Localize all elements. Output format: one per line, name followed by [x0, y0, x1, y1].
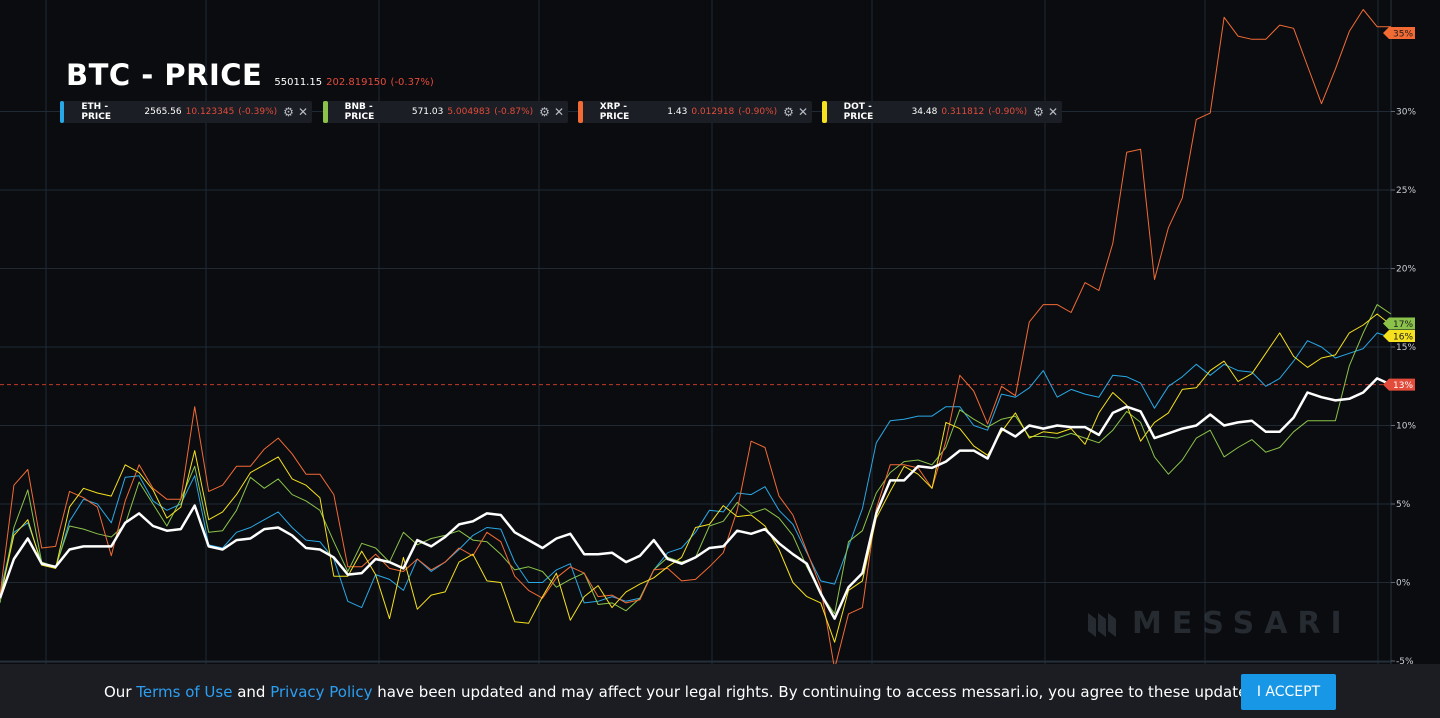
messari-logo-icon: [1088, 612, 1116, 637]
gear-icon[interactable]: ⚙: [783, 106, 794, 118]
series-line-dot: [0, 313, 1392, 643]
y-tick-label: 15%: [1396, 343, 1416, 353]
legend-value: 2565.56: [144, 107, 182, 117]
consent-suffix: have been updated and may affect your le…: [372, 683, 1260, 701]
end-label-text: 17%: [1393, 320, 1413, 330]
y-tick-label: 10%: [1396, 422, 1416, 432]
legend-label: DOT - PRICE: [843, 102, 874, 122]
end-label-text: 16%: [1393, 333, 1413, 343]
close-icon[interactable]: ✕: [798, 106, 808, 118]
legend-value: 571.03: [411, 107, 444, 117]
legend-change: 5.004983: [447, 107, 491, 117]
legend-change-pct: (-0.90%): [738, 107, 778, 117]
btc-price-value: 55011.15: [274, 77, 323, 88]
legend-xrp[interactable]: XRP - PRICE 1.43 0.012918 (-0.90%) ⚙ ✕: [578, 101, 812, 123]
terms-of-use-link[interactable]: Terms of Use: [136, 683, 232, 701]
end-label-bnb: 17%: [1383, 317, 1415, 330]
legend-label: BNB - PRICE: [344, 102, 375, 122]
consent-text: Our Terms of Use and Privacy Policy have…: [104, 683, 1260, 701]
legend-change-pct: (-0.90%): [988, 107, 1028, 117]
gear-icon[interactable]: ⚙: [283, 106, 294, 118]
messari-watermark: MESSARI: [1086, 606, 1352, 641]
legend-dot[interactable]: DOT - PRICE 34.48 0.311812 (-0.90%) ⚙ ✕: [822, 101, 1062, 123]
series-color-swatch: [822, 101, 827, 123]
chart-grid: [0, 0, 1392, 664]
consent-banner: Our Terms of Use and Privacy Policy have…: [0, 664, 1440, 718]
btc-change-pct: (-0.37%): [390, 77, 434, 88]
legend-change: 10.123345: [185, 107, 235, 117]
legend-change: 0.311812: [941, 107, 985, 117]
chart-header: BTC - PRICE 55011.15 202.819150 (-0.37%): [66, 58, 434, 92]
series-color-swatch: [323, 101, 328, 123]
close-icon[interactable]: ✕: [1048, 106, 1058, 118]
close-icon[interactable]: ✕: [554, 106, 564, 118]
y-tick-label: 30%: [1396, 108, 1416, 118]
consent-middle: and: [232, 683, 271, 701]
close-icon[interactable]: ✕: [298, 106, 308, 118]
legend-change-pct: (-0.39%): [238, 107, 278, 117]
end-label-dot: 16%: [1383, 330, 1415, 343]
accept-button[interactable]: I ACCEPT: [1241, 674, 1336, 710]
legend-eth[interactable]: ETH - PRICE 2565.56 10.123345 (-0.39%) ⚙…: [60, 101, 312, 123]
legend-change-pct: (-0.87%): [494, 107, 534, 117]
series-line-bnb: [0, 304, 1392, 615]
y-tick-label: 0%: [1396, 579, 1411, 589]
series-color-swatch: [60, 101, 65, 123]
privacy-policy-link[interactable]: Privacy Policy: [270, 683, 372, 701]
end-labels: 35% 17% 16% 13%: [1383, 27, 1415, 391]
legend-bnb[interactable]: BNB - PRICE 571.03 5.004983 (-0.87%) ⚙ ✕: [323, 101, 568, 123]
chart-title: BTC - PRICE: [66, 58, 263, 92]
gear-icon[interactable]: ⚙: [539, 106, 550, 118]
end-label-text: 13%: [1393, 381, 1413, 391]
y-tick-label: 25%: [1396, 186, 1416, 196]
end-label-xrp: 35%: [1383, 27, 1415, 40]
legend-change: 0.012918: [691, 107, 735, 117]
series-line-eth: [0, 332, 1392, 609]
gear-icon[interactable]: ⚙: [1033, 106, 1044, 118]
legend-value: 34.48: [911, 107, 938, 117]
series-color-swatch: [578, 101, 583, 123]
btc-change-value: 202.819150: [326, 77, 387, 88]
legend-label: XRP - PRICE: [599, 102, 630, 122]
y-tick-label: 20%: [1396, 265, 1416, 275]
legend-label: ETH - PRICE: [81, 102, 112, 122]
legend-value: 1.43: [667, 107, 688, 117]
consent-prefix: Our: [104, 683, 137, 701]
watermark-text: MESSARI: [1132, 606, 1352, 641]
end-label-btc: 13%: [1383, 378, 1415, 391]
end-label-text: 35%: [1393, 30, 1413, 40]
y-tick-label: 5%: [1396, 500, 1411, 510]
